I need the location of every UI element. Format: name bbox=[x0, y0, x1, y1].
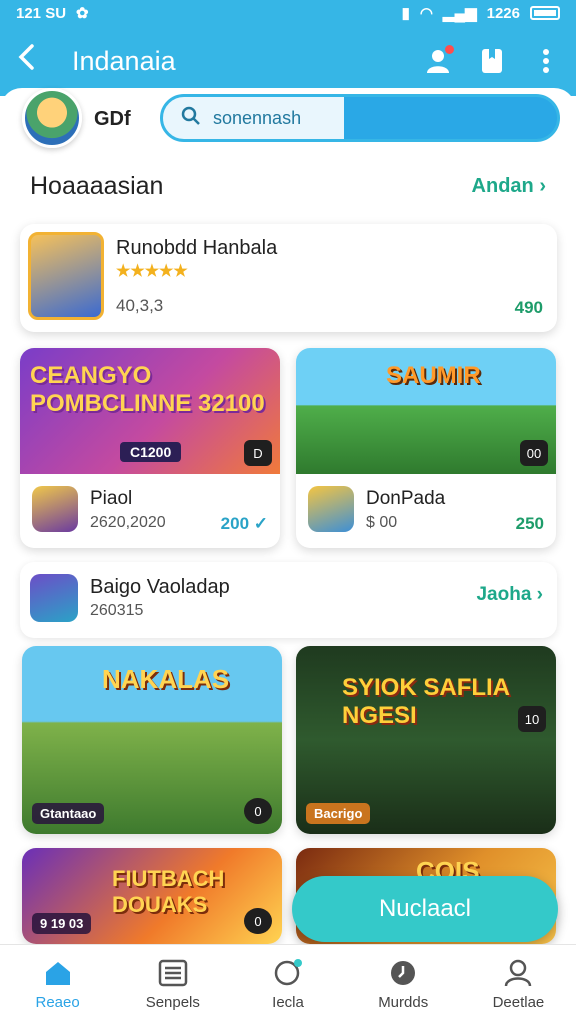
status-time: 121 SU bbox=[16, 4, 67, 22]
more-vertical-icon bbox=[543, 49, 549, 73]
tile-subtitle: Gtantaao bbox=[32, 803, 105, 824]
game-icon bbox=[32, 486, 78, 532]
banner-subtitle: C1200 bbox=[120, 442, 182, 462]
nav-label: Senpels bbox=[145, 994, 200, 1011]
nav-item-clock[interactable]: Murdds bbox=[346, 945, 461, 1024]
nav-item-list[interactable]: Senpels bbox=[115, 945, 230, 1024]
app-bar: Indanaia bbox=[0, 26, 576, 96]
list-item-icon bbox=[30, 574, 78, 622]
game-icon bbox=[308, 486, 354, 532]
bookmark-button[interactable] bbox=[478, 47, 506, 75]
featured-title: Runobdd Hanbala bbox=[116, 237, 278, 259]
badge: 0 bbox=[244, 798, 272, 824]
nav-label: Reaeo bbox=[35, 994, 80, 1011]
list-item-meta: 260315 bbox=[90, 602, 144, 619]
game-meta: $ 00 bbox=[366, 514, 398, 531]
list-item[interactable]: Baigo Vaoladap 260315 Jaoha › bbox=[20, 562, 557, 638]
status-bar: 121 SU ✿ ▮ ◠ ▂▄▆ 1226 bbox=[0, 0, 576, 26]
avatar[interactable] bbox=[22, 88, 82, 148]
battery-icon bbox=[530, 6, 560, 20]
page-title: Indanaia bbox=[72, 45, 176, 76]
notification-dot bbox=[445, 45, 454, 54]
search-icon bbox=[181, 106, 201, 131]
bottom-nav: Reaeo Senpels Iecla Murdds Deetlae bbox=[0, 944, 576, 1024]
game-title: DonPada bbox=[366, 488, 446, 509]
tile-subtitle: Bacrigo bbox=[306, 803, 371, 824]
search-input[interactable]: sonennash bbox=[160, 94, 560, 142]
chevron-right-icon: › bbox=[539, 175, 546, 197]
badge: 10 bbox=[518, 706, 546, 732]
list-item-title: Baigo Vaoladap bbox=[90, 576, 230, 598]
nav-label: Deetlae bbox=[492, 994, 545, 1011]
price-label: 490 bbox=[514, 298, 543, 317]
game-meta: 2620,2020 bbox=[90, 514, 166, 531]
nav-item-search[interactable]: Iecla bbox=[230, 945, 345, 1024]
game-tile[interactable]: FIUTBACH DOUAKS 9 19 03 0 bbox=[22, 848, 282, 944]
see-all-link[interactable]: Andan › bbox=[472, 175, 546, 198]
badge: 0 bbox=[244, 908, 272, 934]
badge: 00 bbox=[520, 440, 548, 466]
bookmark-icon bbox=[482, 49, 502, 73]
wifi-icon: ◠ bbox=[419, 5, 433, 22]
person-icon bbox=[503, 958, 533, 988]
user-name: GDf bbox=[94, 108, 131, 130]
game-tile[interactable]: NAKALAS Gtantaao 0 bbox=[22, 646, 282, 834]
search-icon bbox=[273, 958, 303, 988]
section-header: Hoaaaasian Andan › bbox=[30, 172, 546, 201]
nav-item-home[interactable]: Reaeo bbox=[0, 945, 115, 1024]
nav-item-profile[interactable]: Deetlae bbox=[461, 945, 576, 1024]
banner-title: SAUMIR bbox=[386, 362, 481, 389]
badge: D bbox=[244, 440, 272, 466]
tile-subtitle: 9 19 03 bbox=[32, 913, 92, 934]
settings-icon: ✿ bbox=[76, 5, 89, 22]
list-icon bbox=[158, 958, 188, 988]
featured-thumbnail bbox=[28, 232, 104, 320]
battery-text: 1226 bbox=[486, 4, 520, 22]
game-banner: SAUMIR 00 bbox=[296, 348, 556, 474]
list-item-link[interactable]: Jaoha › bbox=[476, 584, 543, 606]
nav-label: Murdds bbox=[378, 994, 429, 1011]
star-rating: ★★★★★ bbox=[116, 263, 188, 280]
game-title: Piaol bbox=[90, 488, 133, 509]
section-title: Hoaaaasian bbox=[30, 172, 164, 200]
primary-action-button[interactable]: Nuclaacl bbox=[292, 876, 558, 942]
game-tile[interactable]: SYIOK SAFLIA NGESI Bacrigo 10 bbox=[296, 646, 556, 834]
featured-meta: 40,3,3 bbox=[116, 296, 164, 315]
notification-icon: ▮ bbox=[401, 5, 410, 22]
search-placeholder: sonennash bbox=[213, 107, 302, 128]
more-button[interactable] bbox=[532, 47, 560, 75]
game-card[interactable]: CEANGYO POMBCLINNE 32100 C1200 D Piaol 2… bbox=[20, 348, 280, 548]
price-label: 200 ✓ bbox=[220, 514, 268, 533]
banner-title: CEANGYO POMBCLINNE 32100 bbox=[30, 362, 265, 417]
signal-icon: ▂▄▆ bbox=[442, 5, 477, 22]
tile-title: NAKALAS bbox=[102, 664, 230, 694]
featured-card[interactable]: Runobdd Hanbala ★★★★★ 40,3,3 490 bbox=[20, 224, 557, 332]
see-all-label: Andan bbox=[471, 175, 534, 197]
game-card[interactable]: SAUMIR 00 DonPada $ 00 250 bbox=[296, 348, 556, 548]
price-label: 250 bbox=[515, 514, 544, 533]
back-arrow-icon bbox=[18, 44, 34, 70]
account-button[interactable] bbox=[424, 45, 454, 75]
game-banner: CEANGYO POMBCLINNE 32100 C1200 D bbox=[20, 348, 280, 474]
profile-row: GDf sonennash bbox=[0, 88, 576, 152]
nav-label: Iecla bbox=[272, 994, 304, 1011]
back-button[interactable] bbox=[16, 43, 56, 79]
home-icon bbox=[43, 958, 73, 988]
clock-icon bbox=[388, 958, 418, 988]
